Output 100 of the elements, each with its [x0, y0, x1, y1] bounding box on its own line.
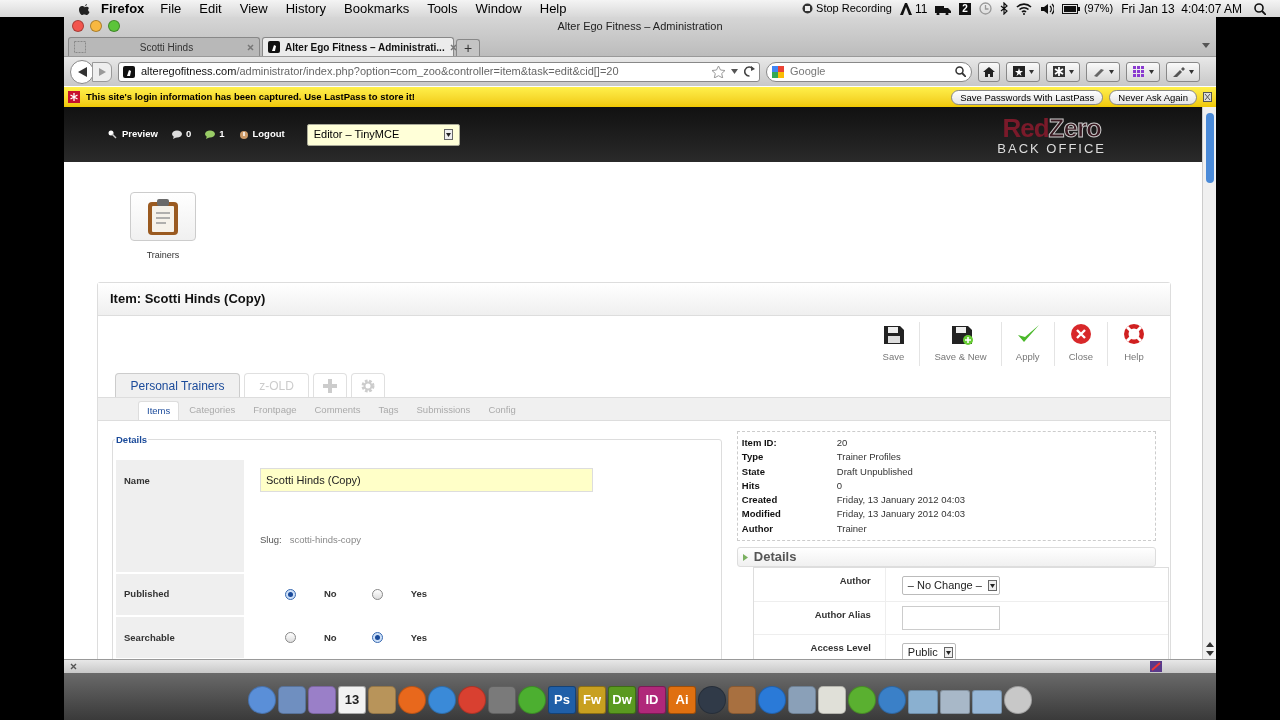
slug-label: Slug:: [260, 533, 282, 547]
radio-button[interactable]: [371, 632, 383, 644]
browser-tab[interactable]: Scotti Hinds: [68, 37, 260, 56]
notification-button[interactable]: Never Ask Again: [1109, 89, 1197, 105]
menu-item[interactable]: Window: [475, 0, 522, 19]
field-label: Author Alias: [813, 608, 872, 623]
close-window-button[interactable]: [72, 20, 84, 32]
square-app-icon[interactable]: [368, 686, 396, 714]
field-label: Author: [838, 574, 872, 589]
dropdown-icon: [1188, 69, 1194, 74]
header-link[interactable]: 1: [205, 127, 225, 142]
name-input[interactable]: Scotti Hinds (Copy): [260, 468, 593, 492]
battery-percent: (97%): [1083, 1, 1114, 17]
editor-dropdown[interactable]: Editor – TinyMCE: [306, 123, 460, 146]
menu-item[interactable]: View: [239, 0, 268, 19]
field-label: Name: [116, 460, 244, 572]
round-app-icon[interactable]: [428, 686, 456, 714]
square-app-icon[interactable]: [308, 686, 336, 714]
toolbar-button[interactable]: [1046, 61, 1080, 82]
square-app-icon[interactable]: [278, 686, 306, 714]
round-app-icon[interactable]: [398, 686, 426, 714]
dropdown-icon: [1028, 69, 1034, 74]
select-dropdown[interactable]: – No Change –: [901, 575, 1000, 595]
menu-item[interactable]: Bookmarks: [344, 0, 410, 19]
address-bar[interactable]: alteregofitness.com/administrator/index.php?option=com_zoo&controller=item&task=edit&cid[]=20: [118, 61, 760, 82]
addon-icon: [1150, 661, 1162, 672]
dropdown-icon: [1148, 69, 1154, 74]
slug-value: scotti-hinds-copy: [289, 533, 361, 547]
toolbar-button[interactable]: Save & New: [919, 321, 1001, 366]
app-tab[interactable]: Personal Trainers: [115, 373, 240, 397]
toolbar-button[interactable]: [978, 61, 1000, 82]
folder-icon[interactable]: [908, 690, 938, 714]
tab-title: Scotti Hinds: [138, 40, 195, 55]
app-tile-icon[interactable]: 13: [338, 686, 366, 714]
info-label: Author: [741, 521, 774, 536]
app-tile-icon[interactable]: Ps: [548, 686, 576, 714]
sub-tab[interactable]: Items: [138, 401, 180, 420]
round-app-icon[interactable]: [878, 686, 906, 714]
recording-status[interactable]: Stop Recording: [816, 0, 892, 17]
scrollbar[interactable]: [1202, 107, 1216, 659]
toolbar-button[interactable]: [1006, 61, 1040, 82]
square-app-icon[interactable]: [818, 686, 846, 714]
toolbar-button[interactable]: [1166, 61, 1200, 82]
radio-button[interactable]: [285, 632, 296, 644]
radio-label: No: [324, 630, 337, 645]
trainers-app-button[interactable]: [130, 192, 196, 241]
round-app-icon[interactable]: [848, 686, 876, 714]
clock[interactable]: Fri Jan 13 4:04:07 AM: [1121, 0, 1242, 18]
info-value: Friday, 13 January 2012 04:03: [836, 507, 965, 522]
search-field[interactable]: Google: [766, 61, 972, 82]
header-link[interactable]: 0: [171, 127, 192, 142]
menu-item[interactable]: Help: [539, 0, 567, 19]
header-link[interactable]: Preview: [108, 127, 158, 142]
toolbar-button[interactable]: Close: [1053, 321, 1107, 366]
new-tab-button[interactable]: +: [456, 39, 480, 56]
minimize-window-button[interactable]: [90, 20, 102, 32]
home-icon: [983, 66, 995, 77]
plus-icon: [323, 378, 337, 393]
details-section-header[interactable]: Details: [736, 547, 1156, 568]
zoom-window-button[interactable]: [108, 20, 120, 32]
header-link[interactable]: Logout: [238, 127, 285, 142]
toolbar-button[interactable]: Help: [1107, 321, 1160, 366]
url-text: alteregofitness.com/administrator/index.php?option=com_zoo&controller=item&task=edit&cid[]=20: [141, 64, 620, 80]
close-icon: [70, 663, 77, 670]
folder-icon[interactable]: [940, 690, 970, 714]
select-dropdown[interactable]: Public: [901, 642, 956, 659]
field-label: Access Level: [809, 641, 872, 656]
back-button[interactable]: [70, 59, 94, 84]
spaces-indicator[interactable]: 2: [959, 2, 971, 15]
scrollbar-thumb[interactable]: [1205, 113, 1214, 183]
menu-item[interactable]: Edit: [199, 0, 222, 19]
app-tab[interactable]: [351, 373, 385, 397]
magnifier-icon: [108, 129, 118, 140]
square-app-icon[interactable]: [728, 686, 756, 714]
tab-title: Alter Ego Fitness – Administrati...: [285, 40, 445, 55]
menu-item[interactable]: File: [160, 0, 182, 19]
page-icon: [74, 41, 86, 53]
app-tab[interactable]: [313, 373, 347, 397]
round-app-icon[interactable]: [1004, 686, 1032, 714]
dropdown-icon: [1068, 69, 1074, 74]
menu-item[interactable]: History: [285, 0, 327, 19]
notification-message: This site's login information has been captured. Use LastPass to store it!: [86, 89, 417, 104]
toolbar-button[interactable]: Apply: [1000, 321, 1054, 366]
settings-icon: [360, 377, 376, 394]
app-tile-icon[interactable]: ID: [638, 686, 666, 714]
text-input[interactable]: [901, 606, 1000, 631]
menu-item[interactable]: Tools: [427, 0, 458, 19]
update-count[interactable]: 11: [914, 0, 928, 18]
info-label: Item ID:: [741, 436, 778, 450]
browser-tab[interactable]: Alter Ego Fitness – Administrati...: [262, 37, 454, 56]
notification-button[interactable]: Save Passwords With LastPass: [951, 89, 1104, 105]
menu-item[interactable]: Firefox: [101, 0, 145, 19]
radio-button[interactable]: [285, 589, 296, 600]
toolbar-button[interactable]: Save: [867, 321, 920, 366]
round-app-icon[interactable]: [518, 686, 546, 714]
radio-button[interactable]: [371, 589, 383, 600]
lifebuoy-icon: [1122, 322, 1146, 347]
square-app-icon[interactable]: [488, 686, 516, 714]
square-app-icon[interactable]: [788, 686, 816, 714]
round-app-icon[interactable]: [248, 686, 276, 714]
